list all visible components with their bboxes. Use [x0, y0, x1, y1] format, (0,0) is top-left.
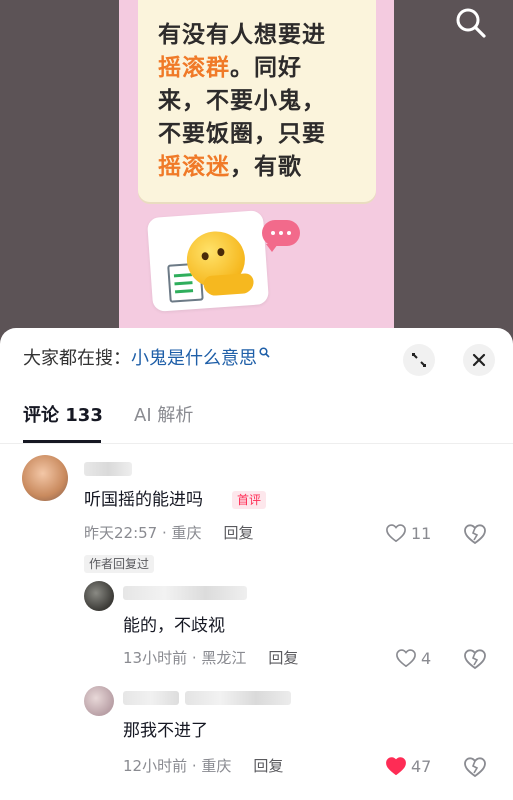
like-button[interactable]: 4 [395, 646, 431, 670]
close-icon [472, 353, 486, 367]
like-button[interactable]: 11 [385, 521, 431, 545]
comment-time-location: 昨天22:57 · 重庆 [84, 524, 202, 542]
note-line: 不要饭圈，只要 [158, 118, 368, 151]
reply-time-location: 13小时前 · 黑龙江 [123, 649, 247, 667]
first-comment-badge: 首评 [232, 491, 267, 509]
like-button[interactable]: 47 [385, 754, 431, 778]
note-card: 有没有人想要进 摇滚群。同好 来，不要小鬼， 不要饭圈，只要 摇滚迷，有歌 [138, 0, 376, 202]
note-line: 有没有人想要进 [158, 19, 368, 52]
video-player[interactable]: 有没有人想要进 摇滚群。同好 来，不要小鬼， 不要饭圈，只要 摇滚迷，有歌 [0, 0, 513, 345]
comment-meta: 昨天22:57 · 重庆 回复 [84, 523, 254, 543]
reply-time-location: 12小时前 · 重庆 [123, 757, 232, 775]
heart-filled-icon [386, 757, 406, 776]
note-line: 摇滚迷，有歌 [158, 151, 368, 184]
avatar[interactable] [84, 581, 114, 611]
note-highlight: 摇滚迷 [158, 154, 230, 180]
tab-ai-analysis[interactable]: AI 解析 [134, 402, 193, 430]
dislike-icon[interactable] [463, 522, 487, 546]
heart-icon [396, 649, 416, 668]
avatar[interactable] [84, 686, 114, 716]
tab-comments[interactable]: 评论 133 [23, 402, 103, 430]
comment-sheet: 大家都在搜：小鬼是什么意思 评论 133 AI 解析 听国摇的能进吗 首评 昨天… [0, 328, 513, 800]
reply-meta: 13小时前 · 黑龙江 回复 [123, 648, 298, 668]
reply-meta: 12小时前 · 重庆 回复 [123, 756, 283, 776]
reply-button[interactable]: 回复 [224, 524, 254, 542]
reply-button[interactable]: 回复 [268, 649, 298, 667]
search-prefix: 大家都在搜： [23, 348, 131, 369]
emoji-sticker [146, 210, 270, 312]
reply-text: 那我不进了 [123, 721, 208, 741]
username-blurred[interactable] [123, 691, 179, 705]
search-icon[interactable] [454, 6, 488, 40]
note-segment: ，有歌 [230, 154, 302, 180]
like-count: 11 [411, 523, 432, 543]
note-segment: 有没有人想要进 [158, 22, 326, 48]
note-highlight: 摇滚群 [158, 55, 230, 81]
author-replied-tag: 作者回复过 [84, 555, 155, 573]
emoji-drip [203, 272, 255, 297]
dislike-icon[interactable] [463, 647, 487, 671]
comment-text: 听国摇的能进吗 [84, 490, 203, 510]
expand-icon [412, 353, 426, 367]
reply-text: 能的，不歧视 [123, 616, 225, 636]
note-line: 来，不要小鬼， [158, 85, 368, 118]
note-line: 摇滚群。同好 [158, 52, 368, 85]
note-segment: 。同好 [230, 55, 302, 81]
avatar[interactable] [22, 455, 68, 501]
note-segment: 来，不要小鬼， [158, 88, 326, 114]
dislike-icon[interactable] [463, 755, 487, 779]
username-blurred[interactable] [84, 462, 132, 476]
reply-button[interactable]: 回复 [253, 757, 283, 775]
divider [0, 443, 513, 444]
search-small-icon [259, 347, 270, 358]
heart-icon [386, 524, 406, 543]
note-text: 有没有人想要进 摇滚群。同好 来，不要小鬼， 不要饭圈，只要 摇滚迷，有歌 [158, 19, 368, 184]
like-count: 47 [411, 756, 432, 776]
expand-button[interactable] [403, 344, 435, 376]
like-count: 4 [421, 648, 432, 668]
search-suggestion[interactable]: 大家都在搜：小鬼是什么意思 [23, 345, 270, 373]
search-keyword-link[interactable]: 小鬼是什么意思 [131, 348, 257, 369]
username-blurred [185, 691, 291, 705]
note-segment: 不要饭圈，只要 [158, 121, 326, 147]
close-button[interactable] [463, 344, 495, 376]
username-blurred[interactable] [123, 586, 247, 600]
chat-bubble-icon [262, 220, 300, 252]
